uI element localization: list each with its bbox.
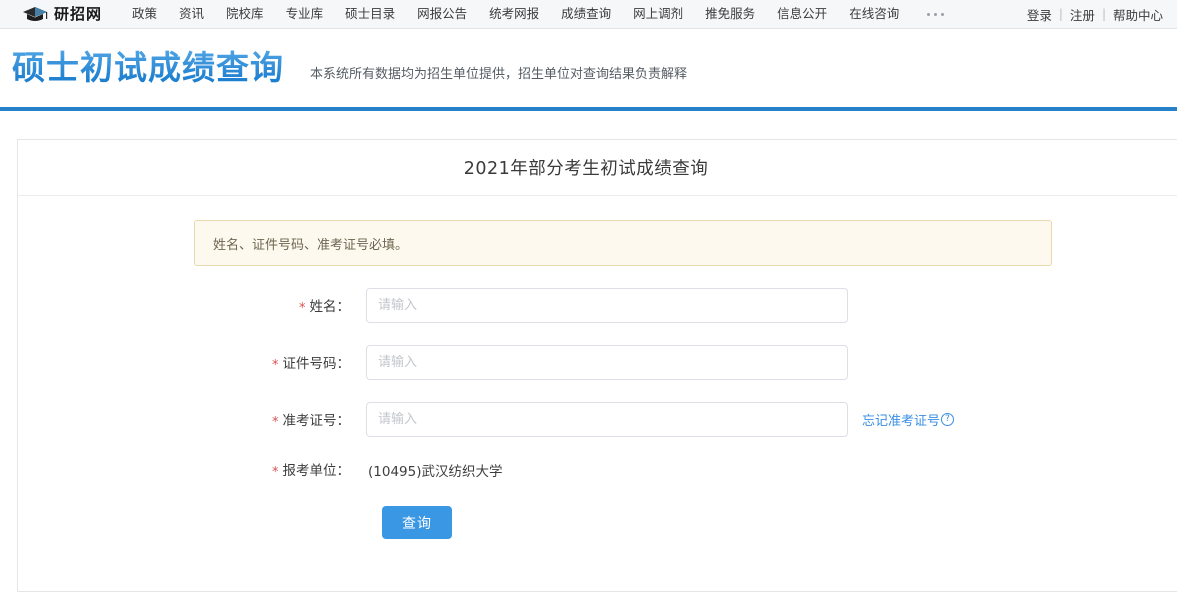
institution-label-text: 报考单位： <box>283 463 351 479</box>
page-title: 硕士初试成绩查询 <box>12 50 284 86</box>
nav-menu: 政策 资讯 院校库 专业库 硕士目录 网报公告 统考网报 成绩查询 网上调剂 推… <box>132 8 1027 21</box>
question-circle-icon: ? <box>941 413 954 426</box>
nav-item-tuimianfuwu[interactable]: 推免服务 <box>705 8 755 21</box>
required-asterisk: * <box>272 465 279 480</box>
name-label-text: 姓名： <box>310 299 351 315</box>
card-header: 2021年部分考生初试成绩查询 <box>18 140 1177 196</box>
name-label: * 姓名： <box>18 295 366 316</box>
top-navigation-bar: 研招网 政策 资讯 院校库 专业库 硕士目录 网报公告 统考网报 成绩查询 网上… <box>0 0 1177 29</box>
id-number-field-wrap <box>366 345 848 380</box>
required-asterisk: * <box>299 301 306 316</box>
graduation-cap-icon <box>22 5 48 23</box>
nav-item-zhuanyeku[interactable]: 专业库 <box>286 8 324 21</box>
nav-item-zhengce[interactable]: 政策 <box>132 8 157 21</box>
page-header-band: 硕士初试成绩查询 本系统所有数据均为招生单位提供，招生单位对查询结果负责解释 <box>0 29 1177 111</box>
institution-label: * 报考单位： <box>18 459 366 480</box>
site-logo-text: 研招网 <box>54 7 102 22</box>
nav-item-yuanxiaoku[interactable]: 院校库 <box>226 8 264 21</box>
query-submit-button[interactable]: 查询 <box>382 506 452 539</box>
id-number-label-text: 证件号码： <box>283 356 351 372</box>
nav-item-wangbaogonggao[interactable]: 网报公告 <box>417 8 467 21</box>
notice-banner: 姓名、证件号码、准考证号必填。 <box>194 220 1052 266</box>
notice-text: 姓名、证件号码、准考证号必填。 <box>213 234 408 253</box>
ticket-number-label: * 准考证号： <box>18 409 366 430</box>
id-number-input[interactable] <box>366 345 848 380</box>
id-number-label: * 证件号码： <box>18 352 366 373</box>
form-row-submit: 查询 <box>18 506 1177 539</box>
required-asterisk: * <box>272 358 279 373</box>
card-heading: 2021年部分考生初试成绩查询 <box>464 155 733 180</box>
institution-value: (10495)武汉纺织大学 <box>366 460 502 480</box>
nav-item-wangshangtiaoji[interactable]: 网上调剂 <box>633 8 683 21</box>
site-logo[interactable]: 研招网 <box>22 5 102 23</box>
required-asterisk: * <box>272 415 279 430</box>
forgot-ticket-number-link[interactable]: 忘记准考证号 ? <box>862 410 954 429</box>
register-link[interactable]: 注册 <box>1070 5 1095 24</box>
nav-item-zaixianzixun[interactable]: 在线咨询 <box>849 8 899 21</box>
form-row-ticket-number: * 准考证号： 忘记准考证号 ? <box>18 402 1177 437</box>
ticket-number-label-text: 准考证号： <box>283 413 351 429</box>
account-links: 登录 | 注册 | 帮助中心 <box>1027 5 1165 24</box>
content-area: 2021年部分考生初试成绩查询 姓名、证件号码、准考证号必填。 * 姓名： * 证件… <box>0 111 1177 592</box>
login-link[interactable]: 登录 <box>1027 5 1052 24</box>
query-card: 2021年部分考生初试成绩查询 姓名、证件号码、准考证号必填。 * 姓名： * 证件… <box>17 139 1177 592</box>
nav-item-zixun[interactable]: 资讯 <box>179 8 204 21</box>
form-row-institution: * 报考单位： (10495)武汉纺织大学 <box>18 459 1177 480</box>
nav-item-shuoshimulu[interactable]: 硕士目录 <box>345 8 395 21</box>
name-input[interactable] <box>366 288 848 323</box>
ticket-number-input[interactable] <box>366 402 848 437</box>
forgot-ticket-number-text: 忘记准考证号 <box>862 410 940 429</box>
ticket-number-field-wrap <box>366 402 848 437</box>
nav-item-chengjichaxun[interactable]: 成绩查询 <box>561 8 611 21</box>
ellipsis-icon[interactable] <box>927 13 944 16</box>
nav-separator-2: | <box>1102 7 1106 21</box>
nav-item-xinxigongkai[interactable]: 信息公开 <box>777 8 827 21</box>
name-field-wrap <box>366 288 848 323</box>
help-center-link[interactable]: 帮助中心 <box>1113 5 1163 24</box>
score-query-form: * 姓名： * 证件号码： * 准考证号： <box>18 288 1177 591</box>
form-row-name: * 姓名： <box>18 288 1177 323</box>
page-subtitle: 本系统所有数据均为招生单位提供，招生单位对查询结果负责解释 <box>310 63 687 82</box>
nav-item-tongkaowangbao[interactable]: 统考网报 <box>489 8 539 21</box>
nav-separator-1: | <box>1059 7 1063 21</box>
form-row-id-number: * 证件号码： <box>18 345 1177 380</box>
